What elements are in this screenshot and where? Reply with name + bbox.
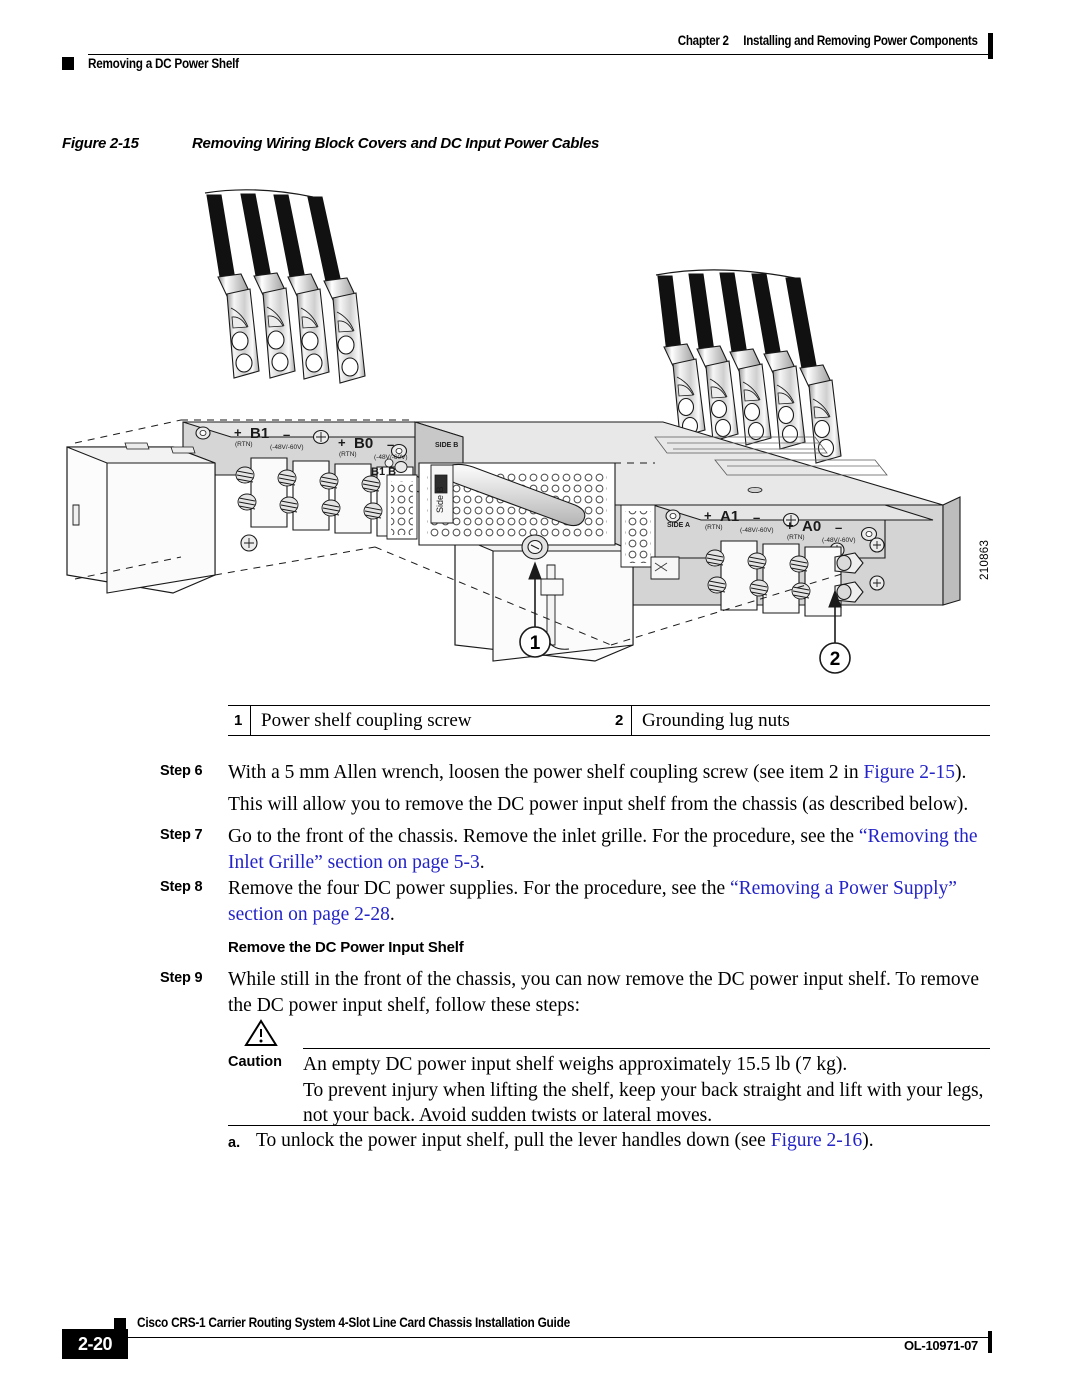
substep-a-xref[interactable]: Figure 2-16 xyxy=(771,1130,863,1151)
legend-text-2: Grounding lug nuts xyxy=(631,706,990,735)
step-6: Step 6 With a 5 mm Allen wrench, loosen … xyxy=(160,760,992,786)
label-b0-plus: + xyxy=(338,435,346,450)
step-9-text: While still in the front of the chassis,… xyxy=(228,969,980,1016)
caution-text: An empty DC power input shelf weighs app… xyxy=(303,1052,993,1129)
step-6-text-part-1: With a 5 mm Allen wrench, loosen the pow… xyxy=(228,762,864,783)
substep-a: a. To unlock the power input shelf, pull… xyxy=(228,1128,988,1157)
step-6-cont-spacer xyxy=(160,792,228,818)
substep-a-text-part-3: ). xyxy=(862,1130,874,1151)
step-7-text-part-1: Go to the front of the chassis. Remove t… xyxy=(228,826,859,847)
caution-rule-top xyxy=(303,1048,990,1049)
figure-title-text: Removing Wiring Block Covers and DC Inpu… xyxy=(192,135,600,152)
label-a0-volts: (-48V/-60V) xyxy=(822,537,856,544)
label-side-b-top: SIDE B xyxy=(435,442,458,449)
step-8: Step 8 Remove the four DC power supplies… xyxy=(160,876,992,927)
caution-rule-bottom xyxy=(228,1125,990,1126)
caution-line-1: An empty DC power input shelf weighs app… xyxy=(303,1054,848,1075)
step-7: Step 7 Go to the front of the chassis. R… xyxy=(160,824,992,875)
power-shelf-vent-panel xyxy=(418,462,616,560)
power-shelf-coupling-screw xyxy=(521,534,549,560)
label-a0: A0 xyxy=(802,518,821,535)
label-b1: B1 xyxy=(250,425,269,442)
label-b1-b0-small: B1 B xyxy=(371,466,396,478)
header-chapter-title: Installing and Removing Power Components xyxy=(743,33,979,48)
legend-entry-2: 2 Grounding lug nuts xyxy=(609,706,990,735)
substep-a-marker: a. xyxy=(228,1135,241,1151)
label-a1: A1 xyxy=(720,508,739,525)
wiring-block-cover-left xyxy=(66,442,216,594)
label-a1-plus: + xyxy=(704,508,712,523)
figure-illustration: 1 2 + B1 – (RTN) (-48V/-60V) + B0 – (RTN… xyxy=(55,175,1000,695)
step-7-text: Go to the front of the chassis. Remove t… xyxy=(228,824,992,875)
step-7-label: Step 7 xyxy=(160,827,203,843)
step-6-xref[interactable]: Figure 2-15 xyxy=(864,762,956,783)
header-chapter: Chapter 2 Installing and Removing Power C… xyxy=(678,33,978,48)
figure-legend-table: 1 Power shelf coupling screw 2 Grounding… xyxy=(228,705,990,736)
footer-edge-tab xyxy=(988,1331,992,1353)
figure-art-id: 210863 xyxy=(979,539,991,580)
label-a1-minus: – xyxy=(753,510,760,525)
footer-page-number: 2-20 xyxy=(62,1329,128,1359)
subheading-remove-shelf: Remove the DC Power Input Shelf xyxy=(228,939,464,956)
label-b1-plus: + xyxy=(234,425,242,440)
step-7-text-part-3: . xyxy=(479,851,485,873)
substep-a-text: To unlock the power input shelf, pull th… xyxy=(256,1128,874,1157)
figure-label: Figure 2-15 xyxy=(62,135,139,152)
step-6-continuation: This will allow you to remove the DC pow… xyxy=(160,792,992,818)
legend-number-2: 2 xyxy=(615,712,624,729)
step-8-text: Remove the four DC power supplies. For t… xyxy=(228,876,992,927)
step-8-text-part-3: . xyxy=(389,903,395,925)
header-rule xyxy=(88,54,988,55)
substep-a-text-part-1: To unlock the power input shelf, pull th… xyxy=(256,1130,771,1151)
label-b0-rtn: (RTN) xyxy=(339,451,357,458)
header-edge-tab xyxy=(988,33,993,59)
caution-line-2: To prevent injury when lifting the shelf… xyxy=(303,1079,984,1127)
warning-triangle-icon xyxy=(244,1019,278,1046)
step-6-continuation-text: This will allow you to remove the DC pow… xyxy=(228,794,969,815)
label-side-b: Side B xyxy=(435,486,445,513)
label-b1-rtn: (RTN) xyxy=(235,441,253,448)
label-a1-rtn: (RTN) xyxy=(705,524,723,531)
label-a0-rtn: (RTN) xyxy=(787,534,805,541)
callout-2-number: 2 xyxy=(830,649,841,670)
caution-label: Caution xyxy=(228,1054,282,1070)
label-b0: B0 xyxy=(354,435,373,452)
footer-book-title: Cisco CRS-1 Carrier Routing System 4-Slo… xyxy=(137,1315,570,1330)
figure-caption: Figure 2-15 Removing Wiring Block Covers … xyxy=(62,135,599,152)
label-b0-volts: (-48V/-60V) xyxy=(374,454,408,461)
step-9-label: Step 9 xyxy=(160,970,203,986)
label-b1-minus: – xyxy=(283,427,290,442)
legend-text-1: Power shelf coupling screw xyxy=(250,706,609,735)
step-6-label: Step 6 xyxy=(160,763,203,779)
label-a0-plus: + xyxy=(786,518,794,533)
legend-number-1: 1 xyxy=(234,712,243,729)
legend-entry-1: 1 Power shelf coupling screw xyxy=(228,706,609,735)
footer-doc-id: OL-10971-07 xyxy=(903,1338,978,1353)
page-header: Chapter 2 Installing and Removing Power C… xyxy=(0,0,1080,100)
step-6-text: With a 5 mm Allen wrench, loosen the pow… xyxy=(228,760,992,786)
left-cable-bundle xyxy=(204,189,366,384)
power-shelf-vent-panel-right xyxy=(620,504,656,568)
header-section-title: Removing a DC Power Shelf xyxy=(88,56,239,71)
header-chapter-number: Chapter 2 xyxy=(678,33,730,48)
callout-1-number: 1 xyxy=(530,633,541,654)
header-bullet-icon xyxy=(62,57,74,70)
step-9: Step 9 While still in the front of the c… xyxy=(160,967,992,1018)
step-6-text-part-3: ). xyxy=(955,762,967,783)
label-b1-volts: (-48V/-60V) xyxy=(270,444,304,451)
label-a0-minus: – xyxy=(835,520,842,535)
label-side-a-top: SIDE A xyxy=(667,522,690,529)
label-b0-minus: – xyxy=(387,437,394,452)
label-a1-volts: (-48V/-60V) xyxy=(740,527,774,534)
step-8-text-part-1: Remove the four DC power supplies. For t… xyxy=(228,878,730,899)
step-8-label: Step 8 xyxy=(160,879,203,895)
footer-rule xyxy=(114,1337,988,1338)
